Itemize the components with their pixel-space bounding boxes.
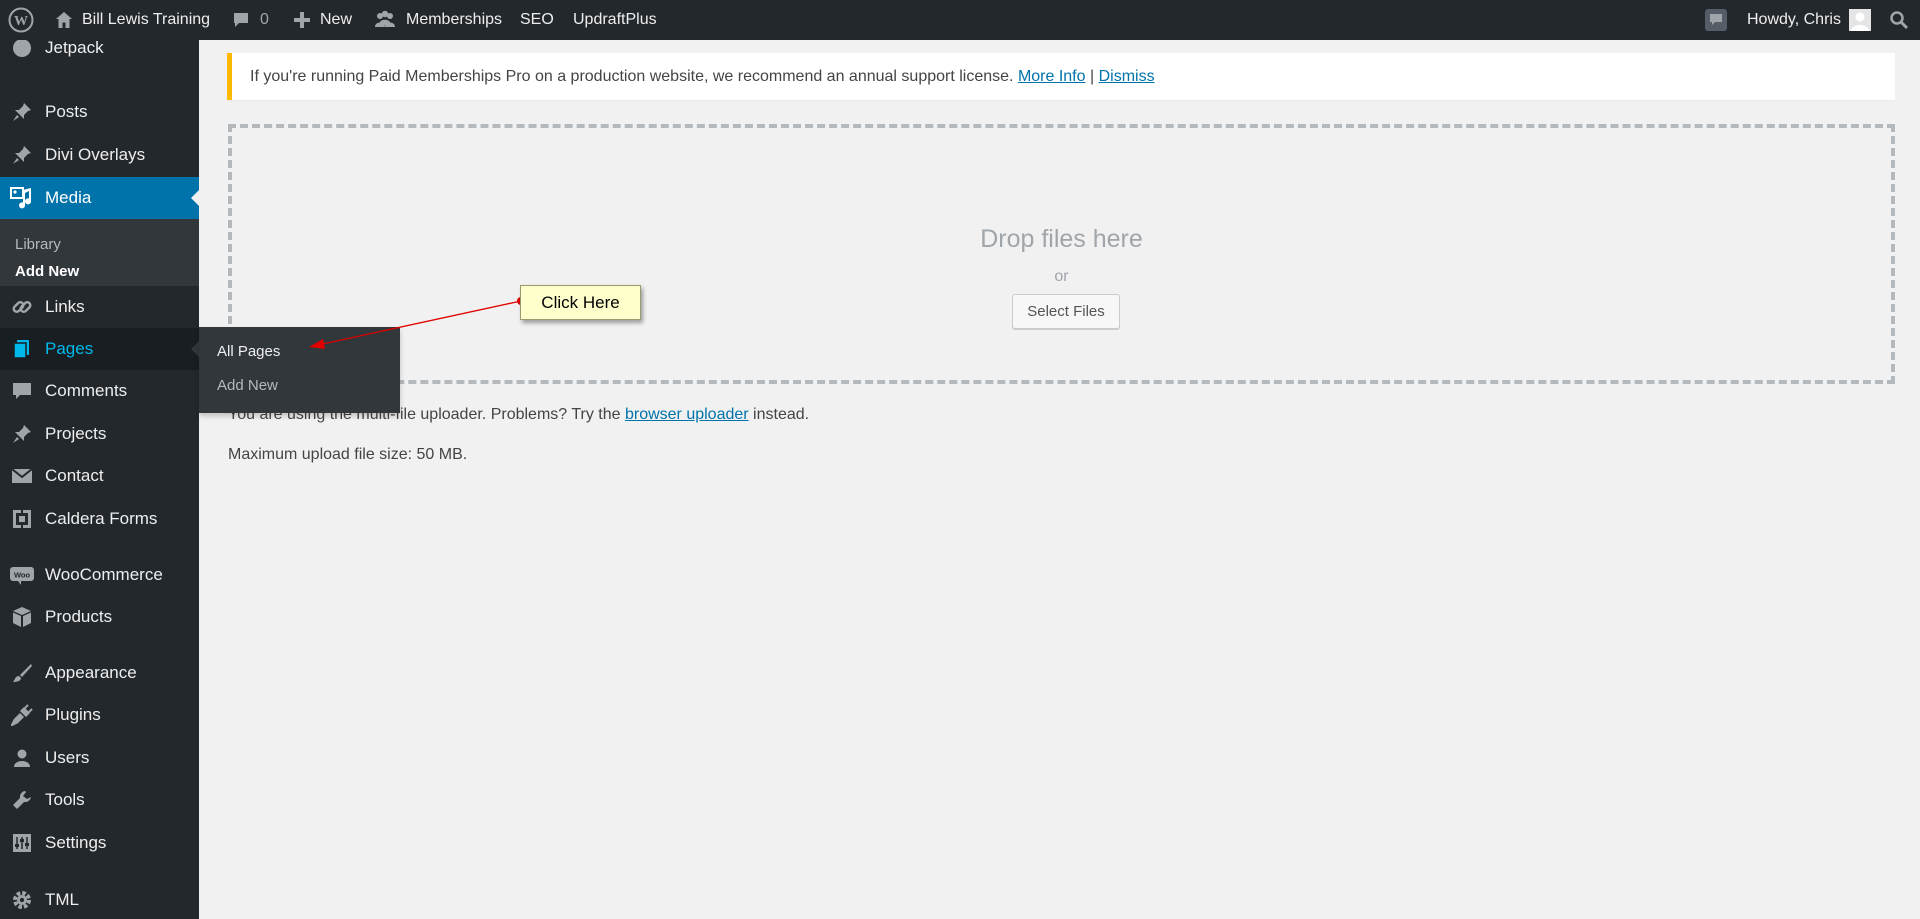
drop-zone[interactable]: Drop files here or Select Files: [228, 124, 1895, 384]
updraftplus-label: UpdraftPlus: [573, 11, 657, 28]
brush-icon: [10, 661, 34, 685]
comment-icon: [231, 10, 251, 30]
menu-item-tools[interactable]: Tools: [0, 779, 199, 821]
max-upload-size: Maximum upload file size: 50 MB.: [228, 446, 468, 463]
drop-files-title: Drop files here: [980, 225, 1143, 253]
howdy-text: Howdy, Chris: [1747, 11, 1841, 28]
notifications-icon[interactable]: [1704, 0, 1728, 40]
notice-separator: |: [1089, 67, 1095, 85]
menu-item-woocommerce[interactable]: Woo WooCommerce: [0, 554, 199, 596]
menu-item-links[interactable]: Links: [0, 286, 199, 328]
menu-item-products[interactable]: Products: [0, 596, 199, 638]
svg-text:W: W: [14, 14, 28, 29]
menu-item-posts[interactable]: Posts: [0, 91, 199, 133]
jetpack-icon: [10, 40, 34, 60]
site-name: Bill Lewis Training: [82, 11, 211, 28]
menu-item-contact[interactable]: Contact: [0, 455, 199, 497]
submenu-add-new-media[interactable]: Add New: [15, 263, 79, 280]
updraftplus-link[interactable]: UpdraftPlus: [573, 0, 657, 40]
mail-icon: [10, 464, 34, 488]
click-here-callout: Click Here: [520, 285, 641, 320]
menu-item-comments[interactable]: Comments: [0, 370, 199, 412]
site-name-link[interactable]: Bill Lewis Training: [54, 0, 210, 40]
admin-menu: Jetpack Posts Divi Overlays Media Librar…: [0, 40, 199, 919]
seo-link[interactable]: SEO: [520, 0, 554, 40]
wrench-icon: [10, 788, 34, 812]
admin-bar: W Bill Lewis Training 0 New Memberships …: [0, 0, 1920, 40]
box-icon: [10, 605, 34, 629]
menu-item-tml[interactable]: TML: [0, 879, 199, 919]
pages-flyout-menu: All Pages Add New: [199, 327, 400, 413]
comments-count: 0: [260, 11, 269, 28]
comments-link[interactable]: 0: [231, 0, 269, 40]
menu-item-pages[interactable]: Pages: [0, 328, 199, 370]
menu-item-appearance[interactable]: Appearance: [0, 652, 199, 694]
more-info-link[interactable]: More Info: [1018, 68, 1086, 86]
media-icon: [10, 186, 34, 210]
flyout-add-new-page[interactable]: Add New: [217, 377, 278, 394]
or-text: or: [1054, 268, 1069, 285]
settings-icon: [10, 831, 34, 855]
svg-text:Woo: Woo: [14, 571, 31, 580]
gear-icon: [10, 888, 34, 912]
menu-item-settings[interactable]: Settings: [0, 822, 199, 864]
group-icon: [374, 10, 396, 30]
plus-icon: [293, 11, 311, 29]
memberships-link[interactable]: Memberships: [374, 0, 502, 40]
account-link[interactable]: Howdy, Chris: [1747, 0, 1871, 40]
submenu-library[interactable]: Library: [15, 236, 61, 253]
plug-icon: [10, 703, 34, 727]
home-icon: [54, 10, 74, 30]
menu-item-media[interactable]: Media: [0, 177, 199, 219]
menu-item-jetpack[interactable]: Jetpack: [0, 40, 199, 69]
menu-item-divi-overlays[interactable]: Divi Overlays: [0, 134, 199, 176]
search-icon[interactable]: [1889, 0, 1909, 40]
menu-item-users[interactable]: Users: [0, 737, 199, 779]
user-icon: [10, 746, 34, 770]
media-submenu: Library Add New: [0, 219, 199, 286]
avatar: [1848, 9, 1871, 31]
woo-icon: Woo: [10, 563, 34, 587]
pin-icon: [10, 143, 34, 167]
new-content-link[interactable]: New: [293, 0, 352, 40]
pages-icon: [10, 337, 34, 361]
pin-icon: [10, 422, 34, 446]
link-icon: [10, 295, 34, 319]
select-files-button[interactable]: Select Files: [1012, 294, 1120, 329]
notice-text: If you're running Paid Memberships Pro o…: [250, 67, 1014, 85]
seo-label: SEO: [520, 11, 554, 28]
wordpress-logo-icon[interactable]: W: [8, 0, 34, 40]
multi-uploader-text-end: instead.: [753, 406, 810, 423]
comment-icon: [10, 379, 34, 403]
menu-item-projects[interactable]: Projects: [0, 413, 199, 455]
flyout-all-pages[interactable]: All Pages: [217, 343, 280, 360]
pin-icon: [10, 100, 34, 124]
memberships-label: Memberships: [406, 11, 503, 28]
menu-item-caldera-forms[interactable]: Caldera Forms: [0, 498, 199, 540]
new-label: New: [320, 11, 353, 28]
caldera-icon: [10, 507, 34, 531]
dismiss-link[interactable]: Dismiss: [1099, 68, 1155, 86]
browser-uploader-link[interactable]: browser uploader: [625, 406, 749, 423]
menu-item-plugins[interactable]: Plugins: [0, 694, 199, 736]
pmpro-notice: If you're running Paid Memberships Pro o…: [227, 53, 1895, 100]
